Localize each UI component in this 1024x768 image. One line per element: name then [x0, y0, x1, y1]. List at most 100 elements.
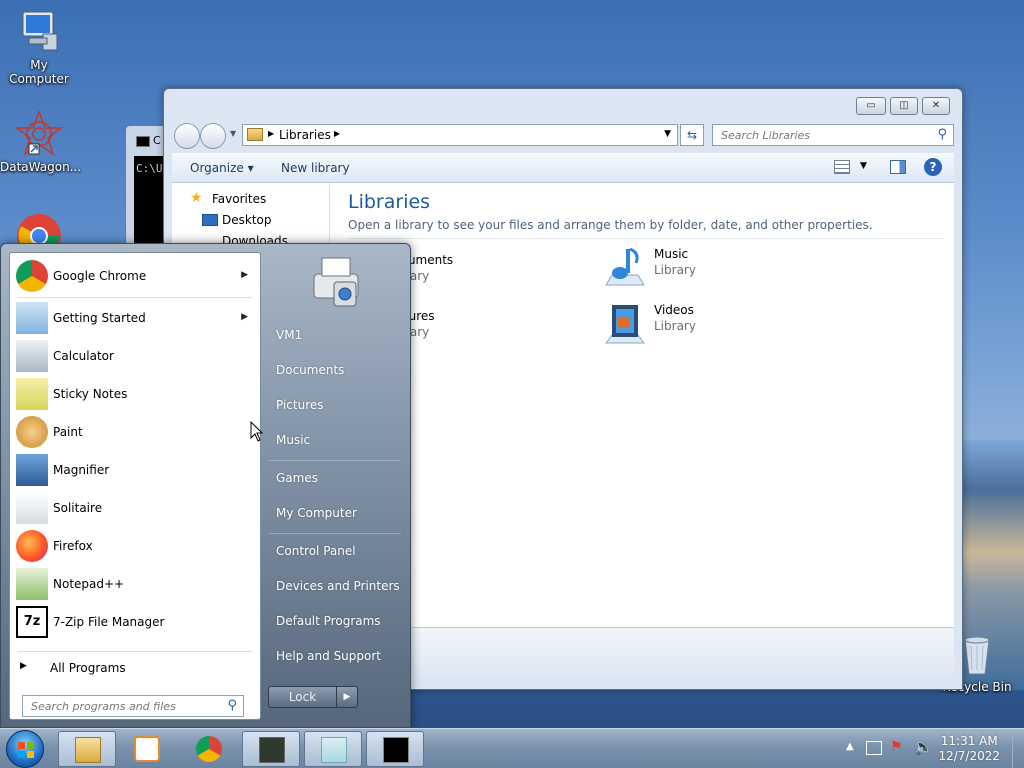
- close-button[interactable]: ✕: [922, 97, 950, 115]
- breadcrumb-libraries[interactable]: Libraries: [279, 128, 331, 142]
- start-right-music[interactable]: Music: [276, 433, 310, 447]
- divider: [269, 460, 401, 461]
- search-icon[interactable]: ⚲: [937, 127, 947, 142]
- back-button[interactable]: [174, 123, 200, 149]
- start-program-notepad-plus-plus[interactable]: Notepad++: [14, 566, 256, 602]
- sticky-notes-icon: [16, 378, 48, 410]
- lock-button[interactable]: Lock ▶: [268, 686, 358, 708]
- folder-icon: [75, 737, 101, 763]
- start-program-firefox[interactable]: Firefox: [14, 528, 256, 564]
- taskbar-command-prompt[interactable]: [366, 731, 424, 767]
- start-program-calculator[interactable]: Calculator: [14, 338, 256, 374]
- clock-time: 11:31 AM: [940, 734, 998, 748]
- show-hidden-icons-button[interactable]: ▲: [846, 741, 854, 752]
- program-label: 7-Zip File Manager: [53, 615, 165, 629]
- all-programs-arrow-icon: ▶: [20, 661, 27, 671]
- view-options-dropdown[interactable]: ▼: [860, 161, 867, 171]
- start-program-chrome[interactable]: Google Chrome ▶: [14, 258, 256, 294]
- recent-pages-dropdown[interactable]: ▼: [230, 129, 236, 138]
- program-label: Sticky Notes: [53, 387, 128, 401]
- paint-icon: [16, 416, 48, 448]
- breadcrumb-arrow-icon: ▶: [268, 129, 275, 138]
- nav-favorites[interactable]: Favorites: [212, 192, 266, 206]
- help-icon[interactable]: ?: [924, 158, 942, 176]
- taskbar-sticky-notes[interactable]: [304, 731, 362, 767]
- program-label: Google Chrome: [53, 269, 147, 283]
- network-icon[interactable]: [866, 741, 882, 755]
- shutdown-options-arrow-icon[interactable]: ▶: [337, 687, 357, 707]
- action-center-icon[interactable]: ⚑: [890, 739, 903, 755]
- start-program-getting-started[interactable]: Getting Started ▶: [14, 300, 256, 336]
- seven-zip-icon: 7z: [16, 606, 48, 638]
- start-right-control-panel[interactable]: Control Panel: [276, 544, 356, 558]
- windows-logo-icon: [18, 742, 34, 758]
- desktop-icon-datawagon[interactable]: DataWagon...: [0, 109, 82, 174]
- getting-started-icon: [16, 302, 48, 334]
- forward-button[interactable]: [200, 123, 226, 149]
- preview-pane-icon[interactable]: [890, 160, 906, 174]
- all-programs-button[interactable]: ▶ All Programs: [20, 658, 256, 680]
- volume-icon[interactable]: 🔈: [914, 738, 933, 756]
- new-library-button[interactable]: New library: [281, 161, 350, 175]
- search-libraries-input[interactable]: Search Libraries ⚲: [712, 124, 954, 146]
- start-program-sticky-notes[interactable]: Sticky Notes: [14, 376, 256, 412]
- minimize-button[interactable]: ▭: [856, 97, 886, 115]
- desktop-icon-label: DataWagon...: [0, 160, 82, 174]
- nav-desktop[interactable]: Desktop: [222, 213, 272, 227]
- system-clock[interactable]: 11:31 AM 12/7/2022: [938, 734, 1000, 764]
- refresh-button[interactable]: ⇆: [680, 124, 704, 146]
- start-right-documents[interactable]: Documents: [276, 363, 344, 377]
- explorer-titlebar[interactable]: ▭ ◫ ✕: [164, 89, 962, 123]
- lock-label[interactable]: Lock: [269, 687, 337, 707]
- library-name: Music: [654, 247, 689, 261]
- start-right-pictures[interactable]: Pictures: [276, 398, 324, 412]
- page-subtitle: Open a library to see your files and arr…: [348, 218, 873, 232]
- organize-menu[interactable]: Organize ▾: [190, 161, 254, 175]
- desktop-icon-label: My Computer: [9, 58, 69, 86]
- favorites-star-icon: ★: [190, 190, 203, 206]
- program-label: Magnifier: [53, 463, 110, 477]
- start-program-seven-zip[interactable]: 7z 7-Zip File Manager: [14, 604, 256, 640]
- search-placeholder: Search Libraries: [721, 129, 811, 142]
- search-placeholder: Search programs and files: [31, 700, 176, 713]
- desktop-icon-my-computer[interactable]: My Computer: [0, 8, 78, 86]
- library-type: Library: [654, 319, 696, 333]
- start-menu: Google Chrome ▶ Getting Started ▶ Calculator…: [0, 243, 411, 728]
- datawagon-shortcut-icon: [14, 109, 64, 158]
- show-desktop-button[interactable]: [1012, 729, 1024, 768]
- start-right-games[interactable]: Games: [276, 471, 318, 485]
- taskbar: ▲ ⚑ 🔈 11:31 AM 12/7/2022: [0, 728, 1024, 768]
- start-right-help-and-support[interactable]: Help and Support: [276, 649, 381, 663]
- program-label: Paint: [53, 425, 83, 439]
- start-right-my-computer[interactable]: My Computer: [276, 506, 357, 520]
- change-view-icon[interactable]: [834, 160, 850, 174]
- submenu-arrow-icon[interactable]: ▶: [241, 312, 248, 322]
- start-right-default-programs[interactable]: Default Programs: [276, 614, 381, 628]
- start-program-magnifier[interactable]: Magnifier: [14, 452, 256, 488]
- start-right-user-folder[interactable]: VM1: [276, 328, 302, 342]
- firefox-icon: [16, 530, 48, 562]
- taskbar-media-player[interactable]: [118, 731, 176, 767]
- cmd-icon: [136, 135, 150, 147]
- desktop-folder-icon: [202, 214, 218, 226]
- address-bar[interactable]: ▶ Libraries ▶ ▼: [242, 124, 678, 146]
- address-dropdown-icon[interactable]: ▼: [664, 129, 671, 139]
- start-program-paint[interactable]: Paint: [14, 414, 256, 450]
- breadcrumb-arrow-icon[interactable]: ▶: [334, 129, 340, 138]
- taskbar-task-manager[interactable]: [242, 731, 300, 767]
- maximize-button[interactable]: ◫: [890, 97, 918, 115]
- computer-icon: [15, 8, 63, 56]
- start-search-input[interactable]: Search programs and files ⚲: [22, 695, 244, 717]
- cmd-icon: [383, 737, 409, 763]
- sticky-notes-icon: [321, 737, 347, 763]
- submenu-arrow-icon[interactable]: ▶: [241, 270, 248, 280]
- content-pane: Libraries Open a library to see your fil…: [330, 183, 954, 627]
- taskbar-explorer[interactable]: [58, 731, 116, 767]
- start-right-devices-and-printers[interactable]: Devices and Printers: [276, 579, 400, 593]
- start-program-solitaire[interactable]: Solitaire: [14, 490, 256, 526]
- taskbar-chrome[interactable]: [180, 731, 238, 767]
- search-icon[interactable]: ⚲: [227, 698, 237, 713]
- library-music[interactable]: Music Library: [600, 243, 800, 293]
- start-button[interactable]: [6, 730, 44, 768]
- library-videos[interactable]: Videos Library: [600, 299, 800, 349]
